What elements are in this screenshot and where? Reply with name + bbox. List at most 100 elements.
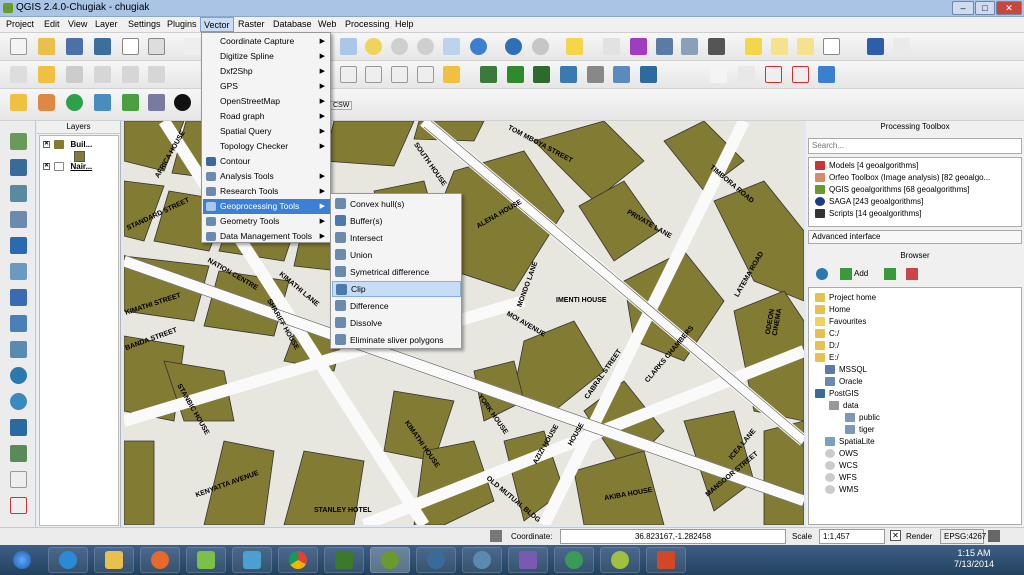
spatial-query-icon[interactable]: [792, 66, 809, 83]
show-labels-icon[interactable]: [391, 66, 408, 83]
taskbar-qgis[interactable]: [370, 547, 410, 573]
menu-item-road-graph[interactable]: Road graph ▶: [203, 109, 330, 124]
add-postgis-layer-icon[interactable]: [10, 185, 27, 202]
menu-item-buffer[interactable]: Buffer(s): [332, 213, 461, 229]
heatmap-icon[interactable]: [38, 94, 55, 111]
taskbar-powerpoint[interactable]: [646, 547, 686, 573]
menu-view[interactable]: View: [68, 19, 87, 29]
browser-item[interactable]: E:/: [815, 353, 839, 363]
browser-item[interactable]: WMS: [825, 485, 859, 495]
add-delimited-layer-icon[interactable]: [480, 66, 497, 83]
browser-item[interactable]: Home: [815, 305, 850, 315]
georeferencer-icon[interactable]: [710, 66, 727, 83]
browser-item[interactable]: PostGIS: [815, 389, 859, 399]
pin-labels-icon[interactable]: [365, 66, 382, 83]
new-project-icon[interactable]: [10, 38, 27, 55]
road-graph-icon[interactable]: [122, 94, 139, 111]
menu-item-geometry-tools[interactable]: Geometry Tools ▶: [203, 214, 330, 229]
add-feature-icon[interactable]: [94, 66, 111, 83]
taskbar-vs[interactable]: [508, 547, 548, 573]
zoom-layer-icon[interactable]: [391, 38, 408, 55]
menu-database[interactable]: Database: [273, 19, 312, 29]
browser-item[interactable]: WCS: [825, 461, 858, 471]
browser-item[interactable]: OWS: [825, 449, 858, 459]
layer-row[interactable]: ✕ Nair...: [43, 162, 92, 172]
menu-settings[interactable]: Settings: [128, 19, 161, 29]
browser-item[interactable]: WFS: [825, 473, 857, 483]
menu-edit[interactable]: Edit: [44, 19, 60, 29]
csw-button[interactable]: CSW: [330, 101, 353, 110]
add-mssql-icon[interactable]: [640, 66, 657, 83]
refresh-icon[interactable]: [470, 38, 487, 55]
taskbar-explorer[interactable]: [94, 547, 134, 573]
taskbar-gadget[interactable]: [186, 547, 226, 573]
menu-item-data-management-tools[interactable]: Data Management Tools ▶: [203, 229, 330, 244]
add-spatialite-icon[interactable]: [587, 66, 604, 83]
toggle-editing-icon[interactable]: [38, 66, 55, 83]
map-tips-icon[interactable]: [745, 38, 762, 55]
add-delimited-text-icon[interactable]: [10, 367, 27, 384]
start-button[interactable]: [2, 547, 42, 573]
taskbar-postgres[interactable]: [462, 547, 502, 573]
rotate-label-icon[interactable]: [443, 66, 460, 83]
current-edits-icon[interactable]: [10, 66, 27, 83]
menu-item-geoprocessing-tools[interactable]: Geoprocessing Tools ▶: [203, 199, 330, 214]
browser-item[interactable]: Project home: [815, 293, 876, 303]
add-wms-layer-icon[interactable]: [10, 289, 27, 306]
label-icon[interactable]: [340, 66, 357, 83]
add-wfs-icon[interactable]: [560, 66, 577, 83]
save-project-icon[interactable]: [66, 38, 83, 55]
menu-item-research-tools[interactable]: Research Tools ▶: [203, 184, 330, 199]
select-features-icon[interactable]: [566, 38, 583, 55]
move-feature-icon[interactable]: [122, 66, 139, 83]
scale-combo[interactable]: 1:1,457: [819, 529, 885, 544]
taskbar-photos[interactable]: [232, 547, 272, 573]
tree-item[interactable]: SAGA [243 geoalgorithms]: [815, 197, 923, 207]
menu-item-eliminate-sliver[interactable]: Eliminate sliver polygons: [332, 332, 461, 348]
menu-item-symetrical-difference[interactable]: Symetrical difference: [332, 264, 461, 280]
tree-item[interactable]: Orfeo Toolbox (Image analysis) [82 geoal…: [815, 173, 990, 183]
deselect-icon[interactable]: [603, 38, 620, 55]
add-icon[interactable]: [840, 268, 852, 280]
add-oracle-layer-icon[interactable]: [10, 263, 27, 280]
menu-layer[interactable]: Layer: [95, 19, 118, 29]
save-edits-icon[interactable]: [66, 66, 83, 83]
identify-icon[interactable]: [505, 38, 522, 55]
processing-search-input[interactable]: Search...: [808, 138, 1022, 154]
spatial-index-icon[interactable]: [174, 94, 191, 111]
show-bookmarks-icon[interactable]: [797, 38, 814, 55]
menu-item-union[interactable]: Union: [332, 247, 461, 263]
taskbar-media[interactable]: [600, 547, 640, 573]
taskbar-ie[interactable]: [48, 547, 88, 573]
add-spatialite-layer-icon[interactable]: [10, 211, 27, 228]
minimize-button[interactable]: –: [952, 1, 974, 15]
messages-icon[interactable]: [988, 530, 1000, 542]
python-console-icon[interactable]: [10, 94, 27, 111]
menu-item-intersect[interactable]: Intersect: [332, 230, 461, 246]
taskbar-chrome[interactable]: [278, 547, 318, 573]
add-wfs-layer-icon[interactable]: [10, 341, 27, 358]
properties-icon[interactable]: [906, 268, 918, 280]
raster-terrain-icon[interactable]: [94, 94, 111, 111]
new-spatialite-layer-icon[interactable]: [10, 419, 27, 436]
add-wms-icon[interactable]: [507, 66, 524, 83]
add-vector-layer-icon[interactable]: [10, 133, 27, 150]
move-label-icon[interactable]: [417, 66, 434, 83]
render-checkbox[interactable]: ✕: [890, 530, 901, 541]
interpolation-icon[interactable]: [66, 94, 83, 111]
offline-editing-icon[interactable]: [148, 94, 165, 111]
add-raster-layer-icon[interactable]: [10, 159, 27, 176]
pan-icon[interactable]: [184, 38, 201, 55]
coordinate-field[interactable]: 36.823167,-1.282458: [560, 529, 786, 544]
menu-item-spatial-query[interactable]: Spatial Query ▶: [203, 124, 330, 139]
menu-item-difference[interactable]: Difference: [332, 298, 461, 314]
refresh-browser-icon[interactable]: [816, 268, 828, 280]
menu-item-openstreetmap[interactable]: OpenStreetMap ▶: [203, 94, 330, 109]
menu-item-digitize-spline[interactable]: Digitize Spline ▶: [203, 49, 330, 64]
text-annotation-icon[interactable]: [823, 38, 840, 55]
menu-item-convex-hull[interactable]: Convex hull(s): [332, 196, 461, 212]
layer-row[interactable]: ✕ Buil...: [43, 140, 92, 150]
node-tool-icon[interactable]: [148, 66, 165, 83]
menu-web[interactable]: Web: [318, 19, 336, 29]
filter-icon[interactable]: [884, 268, 896, 280]
